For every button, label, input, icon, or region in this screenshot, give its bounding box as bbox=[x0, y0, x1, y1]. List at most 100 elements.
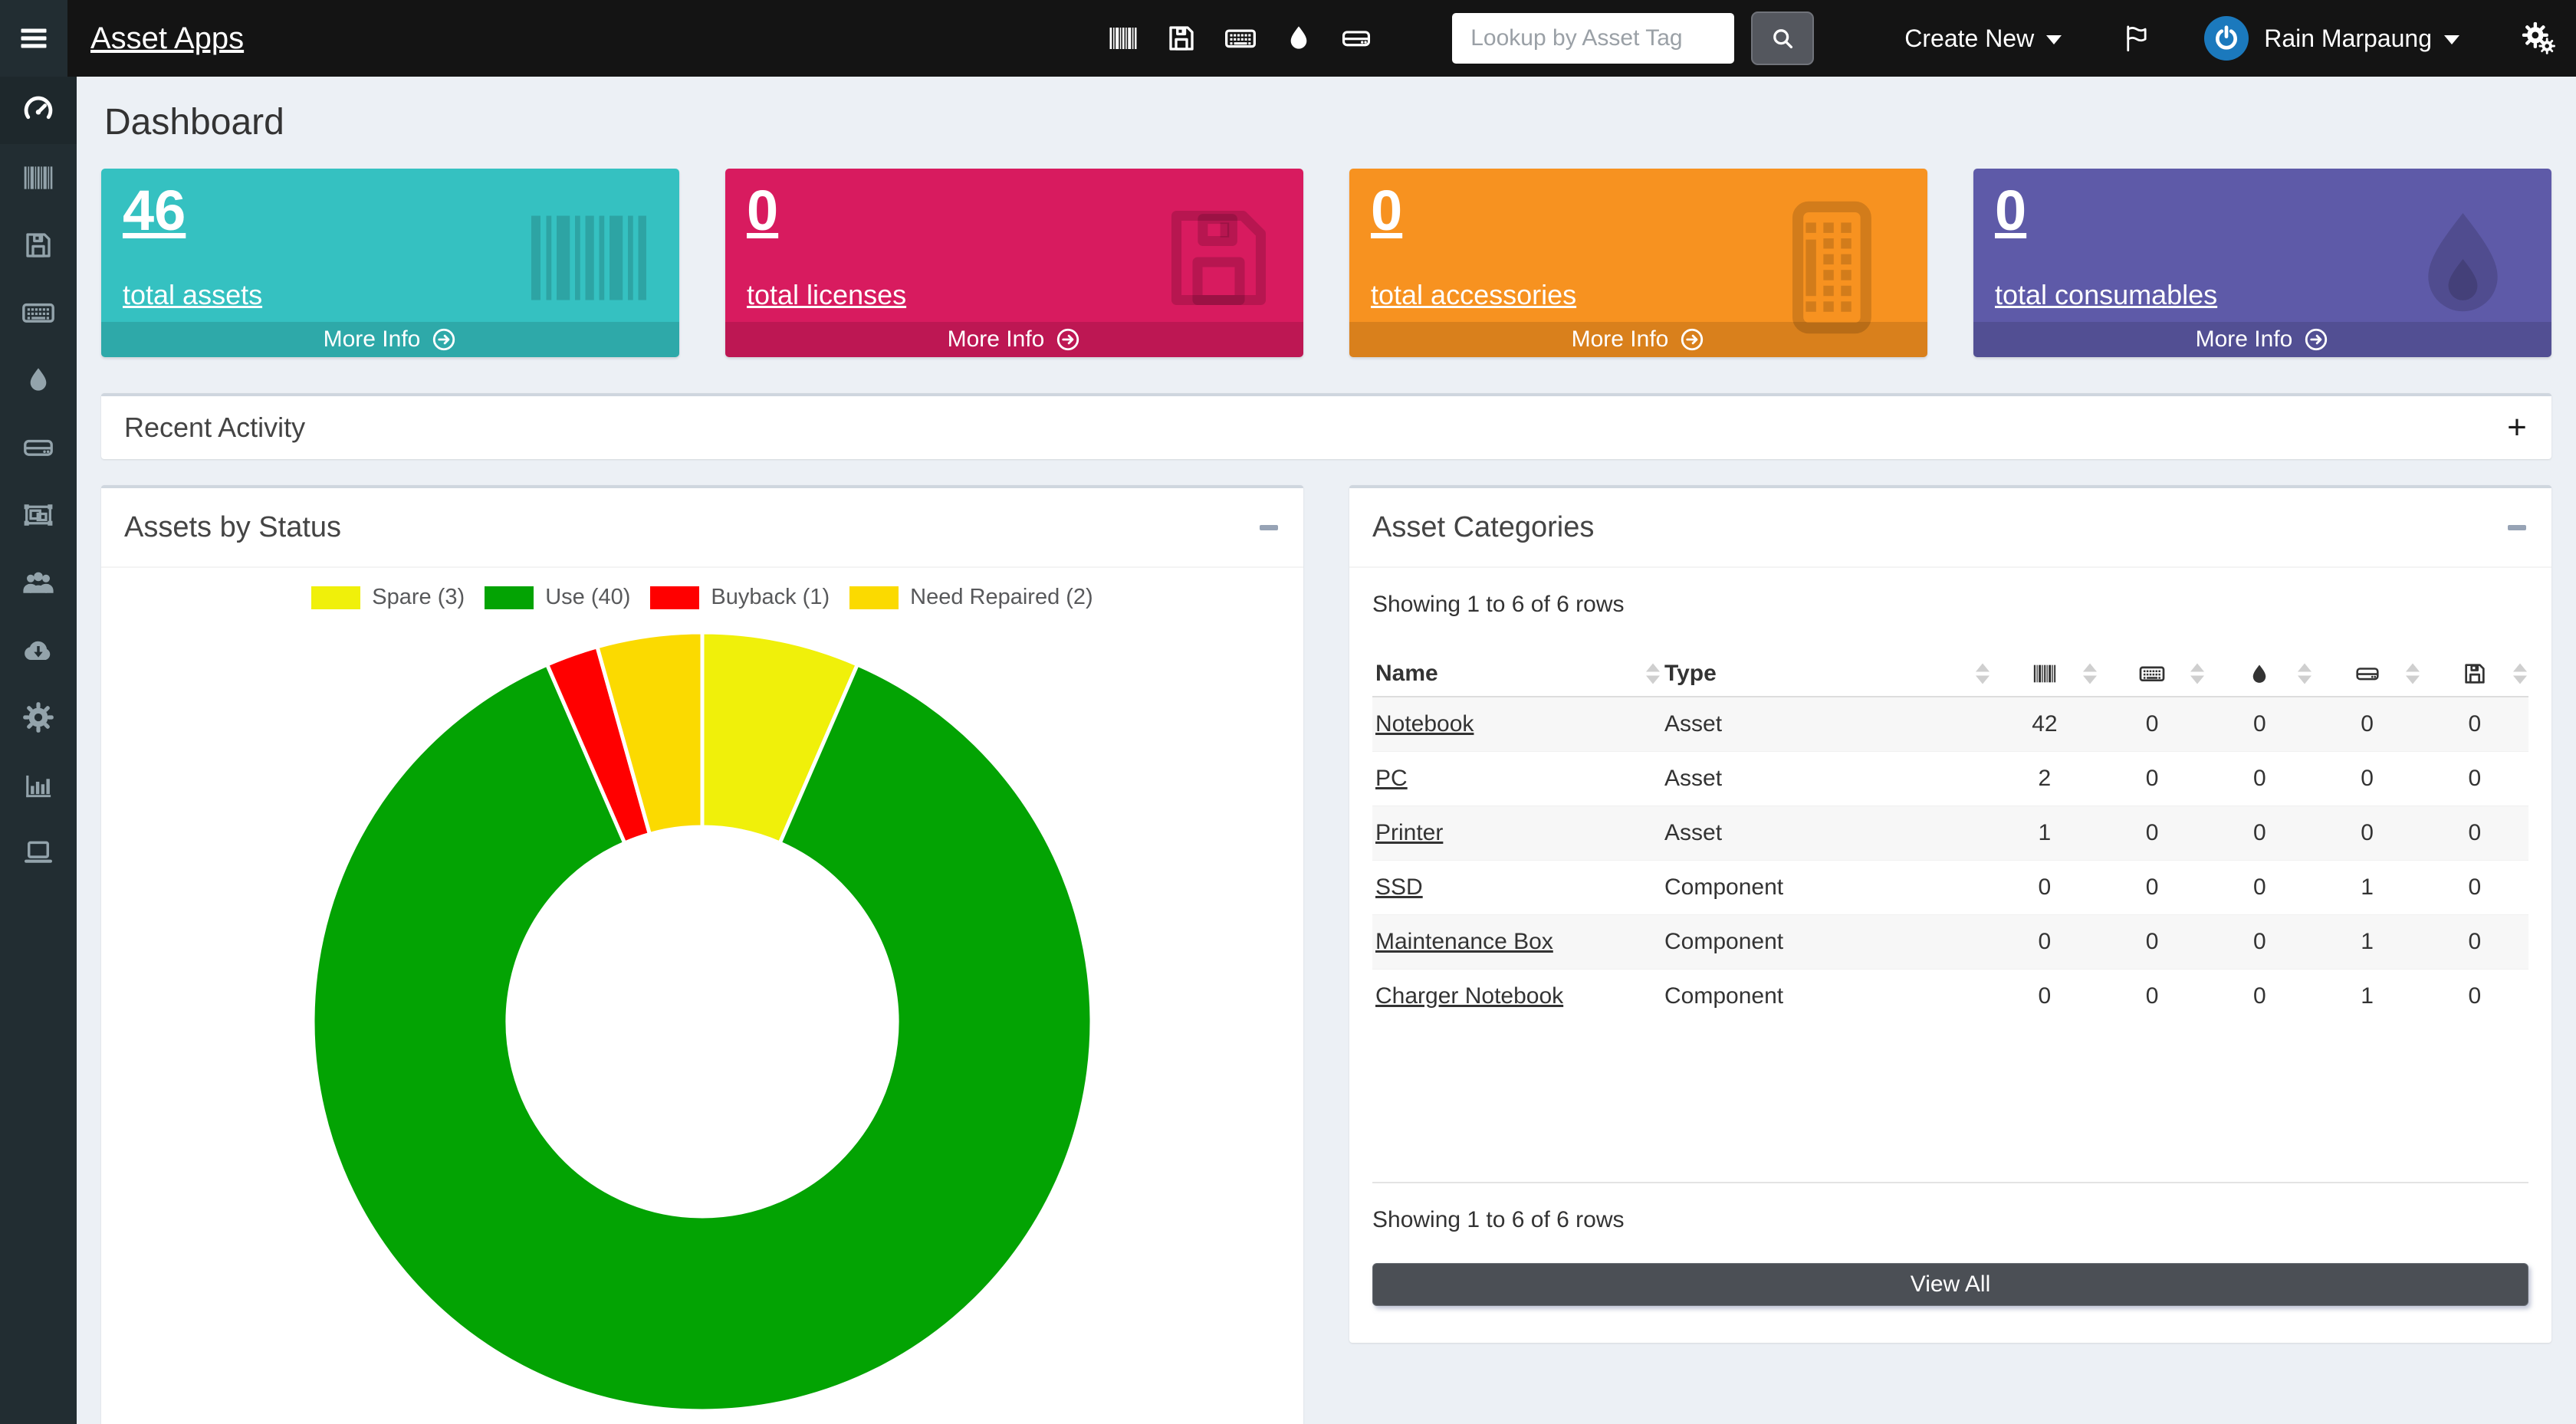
column-header-licenses[interactable] bbox=[2421, 651, 2528, 697]
column-header-components[interactable] bbox=[2313, 651, 2420, 697]
user-name: Rain Marpaung bbox=[2264, 25, 2432, 53]
category-count: 0 bbox=[2421, 697, 2528, 751]
table-row: NotebookAsset420000 bbox=[1372, 697, 2528, 751]
sidebar-item-settings[interactable] bbox=[0, 684, 77, 751]
hdd-icon[interactable] bbox=[1340, 22, 1372, 54]
tint-icon[interactable] bbox=[1283, 23, 1314, 54]
legend-label: Need Repaired (2) bbox=[910, 585, 1093, 610]
flag-icon[interactable] bbox=[2121, 22, 2154, 54]
sort-icon[interactable] bbox=[1646, 663, 1660, 684]
category-count: 0 bbox=[1991, 860, 2098, 914]
chevron-down-icon bbox=[2046, 35, 2062, 44]
arrow-circle-right-icon bbox=[1679, 326, 1705, 353]
barcode-icon[interactable] bbox=[1107, 22, 1139, 54]
barcode-icon bbox=[2032, 661, 2058, 687]
total-assets-value[interactable]: 46 bbox=[123, 181, 186, 241]
search-button[interactable] bbox=[1751, 11, 1814, 65]
sidebar-item-people[interactable] bbox=[0, 549, 77, 616]
sort-icon[interactable] bbox=[1976, 663, 1990, 684]
sidebar-item-accessories[interactable] bbox=[0, 279, 77, 346]
category-name-link[interactable]: Maintenance Box bbox=[1375, 929, 1553, 954]
showing-rows-text: Showing 1 to 6 of 6 rows bbox=[1372, 589, 2528, 620]
sidebar bbox=[0, 77, 77, 1424]
collapse-button[interactable] bbox=[1257, 516, 1280, 539]
view-all-button[interactable]: View All bbox=[1372, 1263, 2528, 1306]
category-count: 1 bbox=[1991, 806, 2098, 860]
legend-item-use[interactable]: Use (40) bbox=[485, 585, 630, 610]
top-navbar: Asset Apps Create New Rain Marpaung bbox=[0, 0, 2576, 77]
legend-item-spare[interactable]: Spare (3) bbox=[311, 585, 465, 610]
sidebar-item-predefined-kits[interactable] bbox=[0, 481, 77, 549]
sidebar-item-dashboard[interactable] bbox=[0, 77, 77, 144]
sidebar-item-consumables[interactable] bbox=[0, 346, 77, 414]
total-consumables-value[interactable]: 0 bbox=[1995, 181, 2026, 241]
sidebar-item-requestable[interactable] bbox=[0, 819, 77, 886]
sort-icon[interactable] bbox=[2298, 663, 2312, 684]
category-count: 0 bbox=[2206, 806, 2313, 860]
total-assets-more-info[interactable]: More Info bbox=[101, 322, 679, 357]
total-consumables-label[interactable]: total consumables bbox=[1995, 279, 2217, 311]
total-accessories-more-info[interactable]: More Info bbox=[1349, 322, 1927, 357]
total-licenses-more-info[interactable]: More Info bbox=[725, 322, 1303, 357]
arrow-circle-right-icon bbox=[1055, 326, 1081, 353]
category-count: 0 bbox=[2313, 751, 2420, 806]
keyboard-icon[interactable] bbox=[1224, 21, 1257, 55]
total-assets-label[interactable]: total assets bbox=[123, 279, 262, 311]
summary-boxes: 46 total assets More Info 0 total licens… bbox=[101, 169, 2551, 357]
cloud-download-icon bbox=[21, 632, 56, 668]
keyboard-icon bbox=[21, 295, 56, 330]
tint-icon bbox=[23, 365, 54, 395]
sort-icon[interactable] bbox=[2190, 663, 2204, 684]
hamburger-icon bbox=[17, 21, 51, 55]
category-name-link[interactable]: Printer bbox=[1375, 820, 1443, 845]
sidebar-item-components[interactable] bbox=[0, 414, 77, 481]
column-header-assets[interactable] bbox=[1991, 651, 2098, 697]
avatar[interactable] bbox=[2204, 16, 2249, 61]
total-licenses-label[interactable]: total licenses bbox=[747, 279, 906, 311]
expand-button[interactable]: + bbox=[2505, 416, 2528, 439]
total-licenses-value[interactable]: 0 bbox=[747, 181, 778, 241]
legend-item-need-repaired[interactable]: Need Repaired (2) bbox=[849, 585, 1093, 610]
arrow-circle-right-icon bbox=[2303, 326, 2329, 353]
category-count: 0 bbox=[2098, 860, 2206, 914]
charts-row: Assets by Status Spare (3)Use (40)Buybac… bbox=[101, 485, 2551, 1424]
column-header-consumables[interactable] bbox=[2206, 651, 2313, 697]
category-count: 0 bbox=[2098, 969, 2206, 1023]
keyboard-icon bbox=[2138, 660, 2166, 687]
sidebar-toggle-button[interactable] bbox=[0, 0, 67, 77]
app-brand-link[interactable]: Asset Apps bbox=[90, 21, 244, 56]
category-name-link[interactable]: PC bbox=[1375, 766, 1408, 791]
column-header-type[interactable]: Type bbox=[1661, 651, 1991, 697]
category-count: 0 bbox=[2421, 860, 2528, 914]
legend-item-buyback[interactable]: Buyback (1) bbox=[650, 585, 830, 610]
category-count: 1 bbox=[2313, 914, 2420, 969]
user-menu[interactable]: Rain Marpaung bbox=[2264, 25, 2459, 53]
asset-categories-panel: Asset Categories Showing 1 to 6 of 6 row… bbox=[1349, 485, 2551, 1343]
arrow-circle-right-icon bbox=[431, 326, 457, 353]
category-count: 0 bbox=[2098, 806, 2206, 860]
sidebar-item-import[interactable] bbox=[0, 616, 77, 684]
total-accessories-label[interactable]: total accessories bbox=[1371, 279, 1576, 311]
save-icon[interactable] bbox=[1165, 22, 1198, 54]
column-header-name[interactable]: Name bbox=[1372, 651, 1661, 697]
total-accessories-value[interactable]: 0 bbox=[1371, 181, 1402, 241]
category-count: 1 bbox=[2313, 860, 2420, 914]
category-name-link[interactable]: Notebook bbox=[1375, 711, 1474, 737]
sort-icon[interactable] bbox=[2406, 663, 2420, 684]
create-new-menu[interactable]: Create New bbox=[1904, 25, 2062, 53]
sidebar-item-reports[interactable] bbox=[0, 751, 77, 819]
column-header-accessories[interactable] bbox=[2098, 651, 2206, 697]
table-row: PrinterAsset10000 bbox=[1372, 806, 2528, 860]
sort-icon[interactable] bbox=[2083, 663, 2097, 684]
collapse-button[interactable] bbox=[2505, 516, 2528, 539]
sidebar-item-licenses[interactable] bbox=[0, 212, 77, 279]
category-name-link[interactable]: Charger Notebook bbox=[1375, 983, 1563, 1009]
sidebar-item-assets[interactable] bbox=[0, 144, 77, 212]
search-input[interactable] bbox=[1452, 13, 1734, 64]
category-name-link[interactable]: SSD bbox=[1375, 874, 1423, 900]
total-consumables-more-info[interactable]: More Info bbox=[1973, 322, 2551, 357]
showing-rows-text: Showing 1 to 6 of 6 rows bbox=[1372, 1205, 2528, 1235]
category-type: Component bbox=[1661, 969, 1991, 1023]
sort-icon[interactable] bbox=[2513, 663, 2527, 684]
settings-cogs-icon[interactable] bbox=[2521, 21, 2556, 56]
